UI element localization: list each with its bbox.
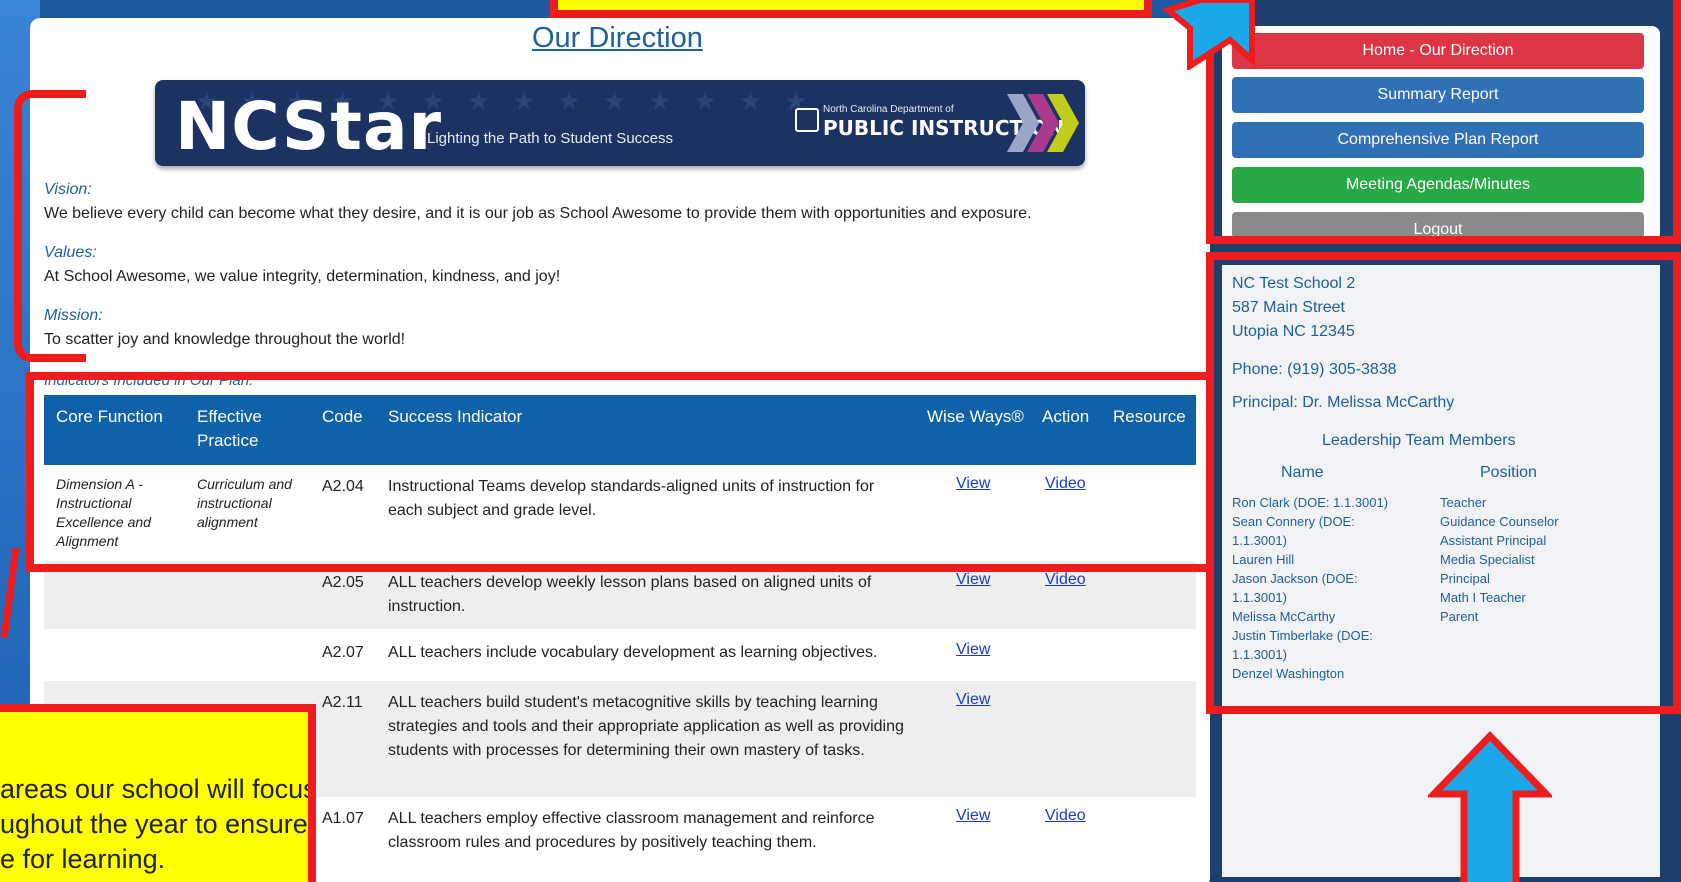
annotation-note-line: areas our school will focus xyxy=(0,774,316,804)
indicator-cell: ALL teachers employ effective classroom … xyxy=(388,810,875,851)
banner-tagline: Lighting the Path to Student Success xyxy=(427,130,673,147)
annotation-table-box xyxy=(26,372,1214,572)
wise-ways-link[interactable]: View xyxy=(956,691,990,709)
indicator-cell: ALL teachers build student's metacogniti… xyxy=(388,694,904,759)
code-cell: A1.07 xyxy=(322,810,364,827)
annotation-arrow-up-icon xyxy=(1428,730,1552,882)
annotation-nav-box xyxy=(1206,0,1681,244)
values-text: At School Awesome, we value integrity, d… xyxy=(44,268,561,285)
table-row: A2.07 ALL teachers include vocabulary de… xyxy=(44,629,1196,681)
action-video-link[interactable]: Video xyxy=(1045,807,1086,825)
annotation-note: areas our school will focus ughout the y… xyxy=(0,704,316,882)
wise-ways-link[interactable]: View xyxy=(956,807,990,825)
annotation-note-line: ughout the year to ensure xyxy=(0,809,308,839)
annotation-bracket xyxy=(14,90,86,362)
mission-text: To scatter joy and knowledge throughout … xyxy=(44,331,406,348)
page-title[interactable]: Our Direction xyxy=(532,22,703,55)
wise-ways-link[interactable]: View xyxy=(956,641,990,659)
banner-logo: NCStar xyxy=(175,88,443,165)
banner-dept-small: North Carolina Department of xyxy=(823,104,954,115)
code-cell: A2.07 xyxy=(322,644,364,661)
chevrons-icon xyxy=(1007,94,1079,152)
annotation-info-box xyxy=(1206,252,1681,714)
indicator-cell: ALL teachers develop weekly lesson plans… xyxy=(388,574,872,615)
action-video-link[interactable]: Video xyxy=(1045,571,1086,589)
wise-ways-link[interactable]: View xyxy=(956,571,990,589)
annotation-arrow-down-icon xyxy=(1161,0,1255,70)
ncstar-banner: ★★★★★★★★★★★★★★ NCStar Lighting the Path … xyxy=(155,80,1085,166)
code-cell: A2.11 xyxy=(322,694,363,711)
dpi-seal-icon xyxy=(795,108,819,132)
indicator-cell: ALL teachers include vocabulary developm… xyxy=(388,644,878,661)
annotation-note-line: e for learning. xyxy=(0,844,166,874)
annotation-top-callout xyxy=(550,0,1152,18)
vision-text: We believe every child can become what t… xyxy=(44,205,1032,222)
annotation-arrow-tail xyxy=(0,548,20,638)
code-cell: A2.05 xyxy=(322,574,364,591)
